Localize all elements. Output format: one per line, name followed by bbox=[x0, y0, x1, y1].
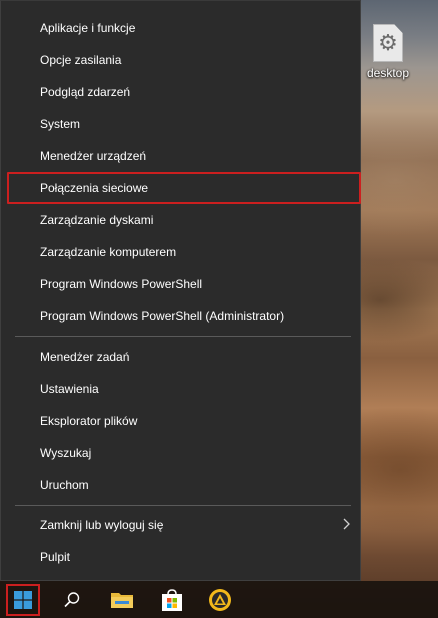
taskbar-file-explorer[interactable] bbox=[100, 581, 144, 618]
menu-item-label: Uruchom bbox=[40, 478, 89, 492]
menu-item-network-connections[interactable]: Połączenia sieciowe bbox=[7, 172, 361, 204]
menu-item-label: Zarządzanie dyskami bbox=[40, 213, 154, 227]
winx-context-menu: Aplikacje i funkcje Opcje zasilania Podg… bbox=[0, 0, 361, 581]
menu-item-label: Zamknij lub wyloguj się bbox=[40, 518, 164, 532]
menu-item-label: Wyszukaj bbox=[40, 446, 92, 460]
menu-item-shutdown-signout[interactable]: Zamknij lub wyloguj się bbox=[7, 510, 361, 540]
menu-item-task-manager[interactable]: Menedżer zadań bbox=[7, 342, 361, 372]
menu-separator bbox=[15, 336, 351, 337]
menu-item-label: Aplikacje i funkcje bbox=[40, 21, 136, 35]
menu-item-label: Opcje zasilania bbox=[40, 53, 122, 67]
menu-item-label: Podgląd zdarzeń bbox=[40, 85, 131, 99]
menu-item-label: Zarządzanie komputerem bbox=[40, 245, 177, 259]
taskbar-aimp[interactable] bbox=[198, 581, 242, 618]
desktop-shortcut-label: desktop bbox=[366, 66, 410, 80]
menu-item-event-viewer[interactable]: Podgląd zdarzeń bbox=[7, 77, 361, 107]
menu-item-file-explorer[interactable]: Eksplorator plików bbox=[7, 406, 361, 436]
menu-item-label: System bbox=[40, 117, 81, 131]
search-icon bbox=[64, 591, 80, 607]
menu-item-powershell[interactable]: Program Windows PowerShell bbox=[7, 269, 361, 299]
menu-item-label: Połączenia sieciowe bbox=[40, 181, 149, 195]
menu-item-label: Ustawienia bbox=[40, 382, 99, 396]
taskbar-search-button[interactable] bbox=[50, 581, 94, 618]
menu-item-search[interactable]: Wyszukaj bbox=[7, 438, 361, 468]
chevron-right-icon bbox=[343, 518, 350, 530]
menu-item-label: Eksplorator plików bbox=[40, 414, 138, 428]
menu-item-label: Menedżer zadań bbox=[40, 350, 130, 364]
menu-item-disk-management[interactable]: Zarządzanie dyskami bbox=[7, 205, 361, 235]
menu-item-desktop[interactable]: Pulpit bbox=[7, 542, 361, 572]
menu-separator bbox=[15, 505, 351, 506]
menu-item-system[interactable]: System bbox=[7, 109, 361, 139]
windows-start-icon bbox=[14, 591, 32, 609]
aimp-icon bbox=[209, 588, 231, 611]
menu-item-label: Menedżer urządzeń bbox=[40, 149, 147, 163]
menu-item-computer-management[interactable]: Zarządzanie komputerem bbox=[7, 237, 361, 267]
start-button[interactable] bbox=[6, 584, 40, 616]
taskbar-microsoft-store[interactable] bbox=[150, 581, 194, 618]
microsoft-store-icon bbox=[162, 588, 182, 611]
gear-file-icon: ⚙ bbox=[373, 24, 403, 62]
menu-item-device-manager[interactable]: Menedżer urządzeń bbox=[7, 141, 361, 171]
menu-item-settings[interactable]: Ustawienia bbox=[7, 374, 361, 404]
menu-item-label: Program Windows PowerShell (Administrato… bbox=[40, 309, 285, 323]
file-explorer-icon bbox=[111, 592, 133, 608]
menu-item-label: Pulpit bbox=[40, 550, 71, 564]
desktop-shortcut[interactable]: ⚙ desktop bbox=[362, 24, 414, 80]
menu-item-power-options[interactable]: Opcje zasilania bbox=[7, 45, 361, 75]
menu-item-label: Program Windows PowerShell bbox=[40, 277, 203, 291]
menu-item-powershell-admin[interactable]: Program Windows PowerShell (Administrato… bbox=[7, 301, 361, 331]
taskbar bbox=[0, 581, 438, 618]
menu-item-run[interactable]: Uruchom bbox=[7, 470, 361, 500]
menu-item-apps-features[interactable]: Aplikacje i funkcje bbox=[7, 13, 361, 43]
